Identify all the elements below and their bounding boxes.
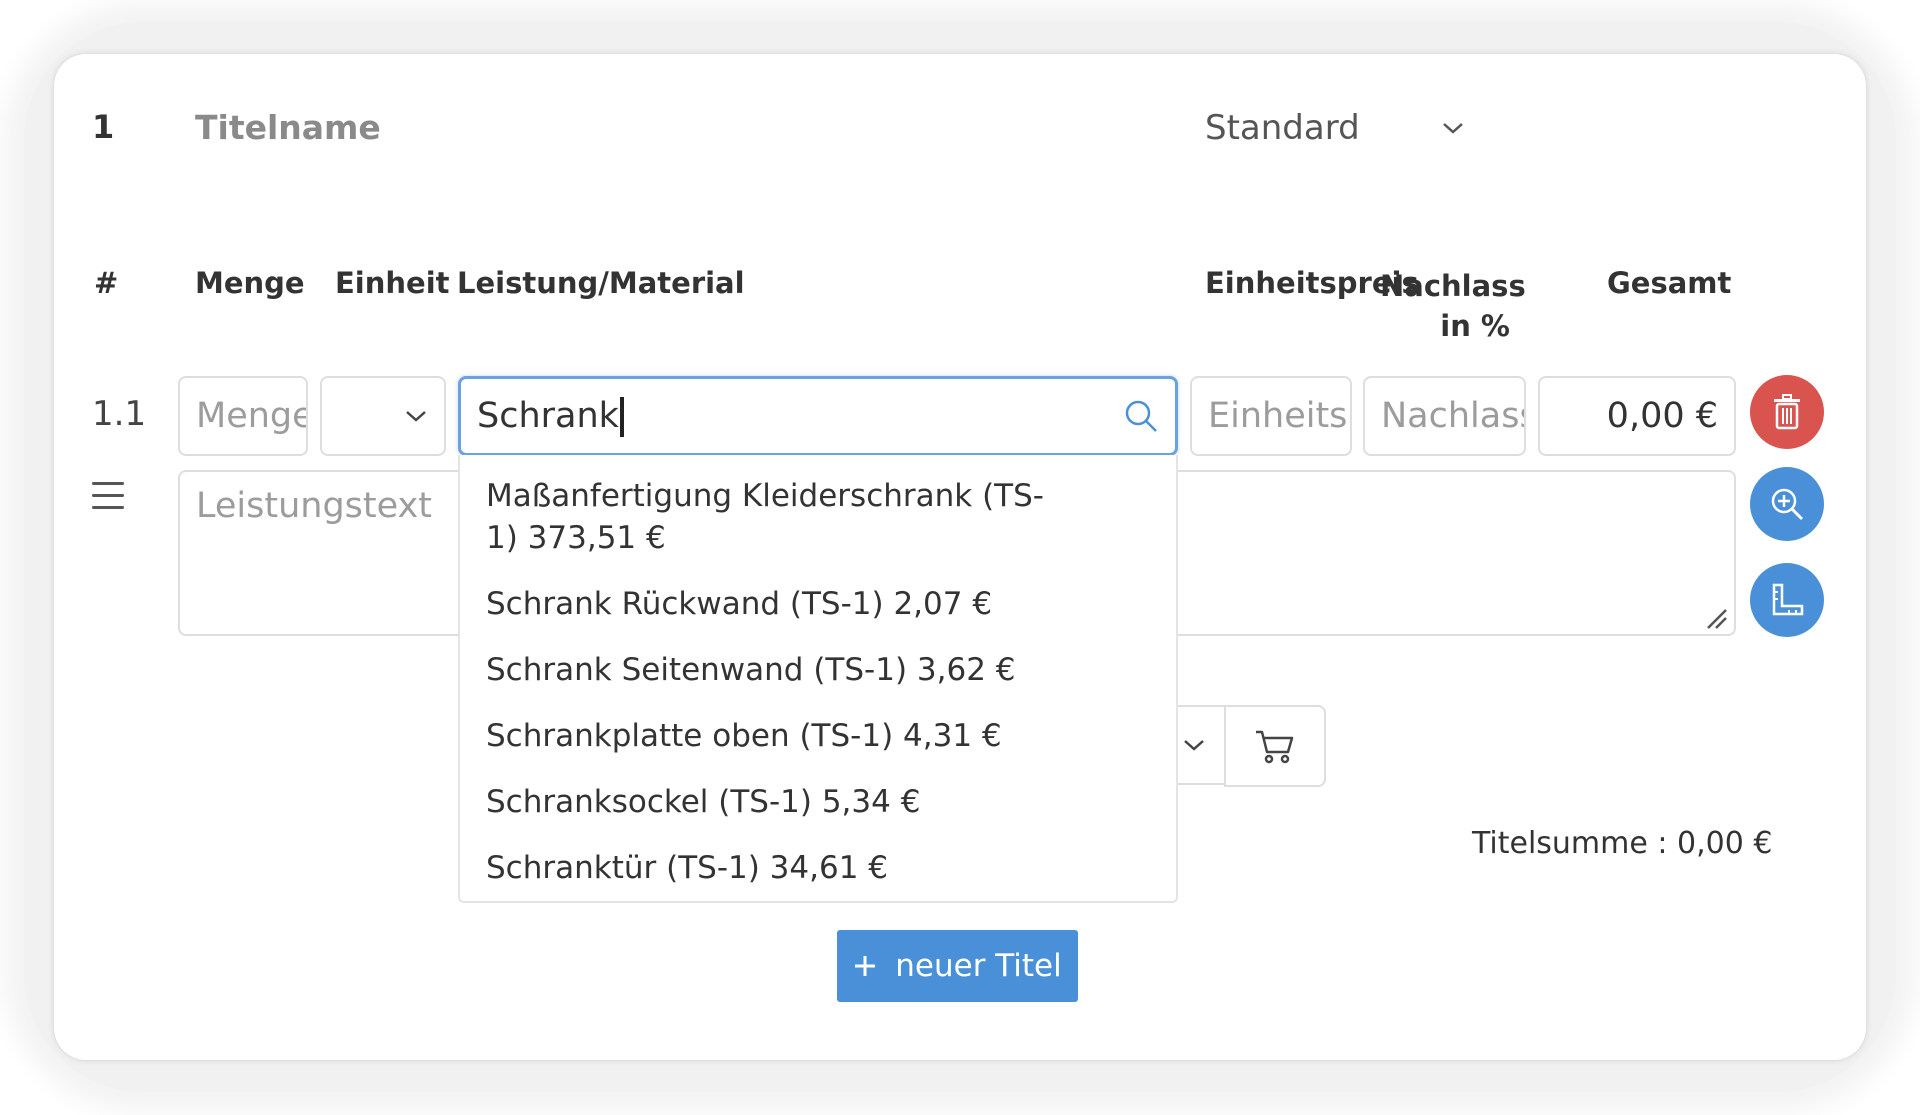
einheit-select[interactable] — [320, 376, 446, 456]
resize-handle-icon[interactable] — [1704, 606, 1728, 630]
menge-input[interactable]: Menge — [178, 376, 308, 456]
text-caret — [619, 396, 624, 437]
col-gesamt: Gesamt — [1607, 266, 1732, 300]
suggestion-item[interactable]: Schrank Seitenwand (TS-1) 3,62 € — [460, 637, 1176, 703]
chevron-down-icon — [1184, 740, 1204, 751]
title-number: 1 — [92, 108, 115, 146]
ruler-icon — [1772, 583, 1804, 616]
title-type-select[interactable]: Standard — [1205, 106, 1465, 150]
col-menge: Menge — [195, 266, 305, 300]
suggestion-dropdown: Maßanfertigung Kleiderschrank (TS-1) 373… — [458, 455, 1178, 903]
title-type-value: Standard — [1205, 108, 1360, 148]
menu-icon[interactable] — [92, 482, 124, 518]
suggestion-item[interactable]: Schrank Rückwand (TS-1) 2,07 € — [460, 571, 1176, 637]
measure-button[interactable] — [1750, 563, 1824, 637]
gesamt-value: 0,00 € — [1538, 376, 1736, 456]
col-einheit: Einheit — [335, 266, 450, 300]
suggestion-item[interactable]: Schranksockel (TS-1) 5,34 € — [460, 769, 1176, 835]
einheitspreis-input[interactable]: Einheitspreis — [1190, 376, 1352, 456]
delete-button[interactable] — [1750, 375, 1824, 449]
suggestion-item[interactable]: Schrankplatte oben (TS-1) 4,31 € — [460, 703, 1176, 769]
chevron-down-icon — [1443, 123, 1463, 134]
titelsumme: Titelsumme : 0,00 € — [1472, 826, 1773, 861]
new-title-button[interactable]: neuer Titel — [837, 930, 1078, 1002]
title-name-input[interactable]: Titelname — [195, 108, 381, 147]
suggestion-item[interactable]: Maßanfertigung Kleiderschrank (TS-1) 373… — [460, 463, 1072, 571]
nachlass-input[interactable]: Nachlass — [1363, 376, 1526, 456]
suggestion-item[interactable]: Schranktür (TS-1) 34,61 € — [460, 835, 1176, 901]
col-leistung: Leistung/Material — [457, 266, 745, 300]
chevron-down-icon — [406, 411, 426, 422]
col-hash: # — [94, 266, 119, 300]
row-position: 1.1 — [92, 394, 147, 434]
col-nachlass: Nachlass in % — [1380, 269, 1526, 343]
search-icon[interactable] — [1123, 398, 1159, 434]
cart-button[interactable] — [1224, 705, 1326, 787]
zoom-button[interactable] — [1750, 467, 1824, 541]
plus-icon — [855, 956, 876, 976]
trash-icon — [1774, 394, 1800, 430]
leistung-search-input[interactable]: Schrank — [458, 376, 1178, 456]
cart-icon — [1256, 730, 1294, 764]
zoom-in-icon — [1771, 488, 1804, 521]
